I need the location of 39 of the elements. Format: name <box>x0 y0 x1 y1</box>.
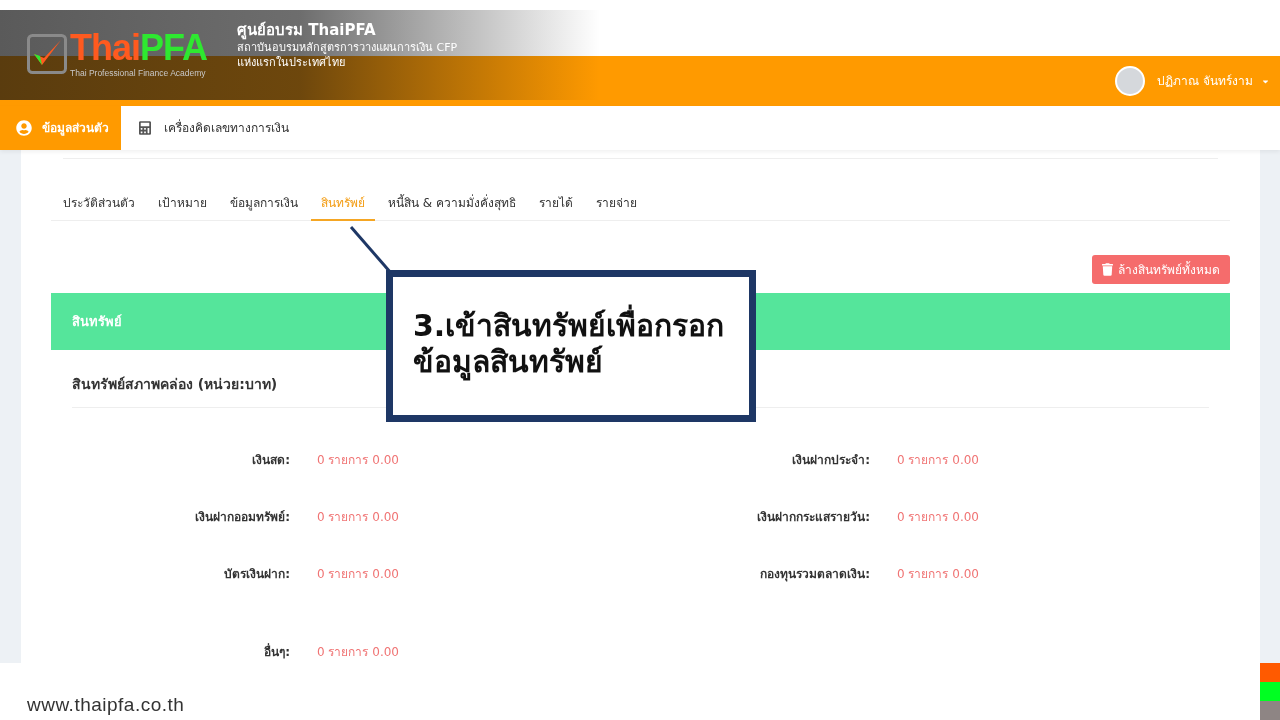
value-link[interactable]: 0 รายการ 0.00 <box>897 452 979 468</box>
corner-tile <box>1260 663 1280 682</box>
clear-assets-button[interactable]: ล้างสินทรัพย์ทั้งหมด <box>1092 255 1230 284</box>
nav-tab[interactable]: ข้อมูลส่วนตัว <box>0 106 121 150</box>
field-label: เงินฝากกระแสรายวัน: <box>757 509 870 525</box>
field-label: บัตรเงินฝาก: <box>224 566 290 582</box>
tab[interactable]: ประวัติส่วนตัว <box>53 186 145 221</box>
avatar-placeholder <box>1115 66 1146 96</box>
website-url: www.thaipfa.co.th <box>27 694 185 716</box>
user-menu-button[interactable]: ปฏิภาณ จันทร์งาม <box>1157 72 1270 90</box>
tab[interactable]: รายจ่าย <box>586 186 647 221</box>
trash-icon <box>1102 263 1113 276</box>
value-link[interactable]: 0 รายการ 0.00 <box>897 509 979 525</box>
field-label: เงินฝากประจำ: <box>792 452 870 468</box>
value-link[interactable]: 0 รายการ 0.00 <box>317 644 399 660</box>
subsection-title: สินทรัพย์สภาพคล่อง (หน่วย:บาท) <box>72 375 278 394</box>
calculator-icon <box>139 121 151 135</box>
banner-title: ศูนย์อบรม ThaiPFA <box>237 20 377 40</box>
corner-tile <box>1260 701 1280 720</box>
value-link[interactable]: 0 รายการ 0.00 <box>897 566 979 582</box>
logo-wordmark: Thai <box>70 28 140 68</box>
tab[interactable]: เป้าหมาย <box>148 186 217 221</box>
checkbox-logo-icon <box>27 34 67 74</box>
tab[interactable]: ข้อมูลการเงิน <box>220 186 308 221</box>
nav-tab[interactable]: เครื่องคิดเลขทางการเงิน <box>121 106 305 150</box>
value-link[interactable]: 0 รายการ 0.00 <box>317 452 399 468</box>
section-title: สินทรัพย์ <box>72 312 122 331</box>
field-label: เงินสด: <box>252 452 290 468</box>
corner-tile <box>1260 682 1280 701</box>
tab[interactable]: สินทรัพย์ <box>311 186 375 221</box>
field-label: เงินฝากออมทรัพย์: <box>195 509 290 525</box>
field-label: กองทุนรวมตลาดเงิน: <box>760 566 870 582</box>
tab[interactable]: รายได้ <box>529 186 583 221</box>
field-label: อื่นๆ: <box>264 644 290 660</box>
logo-tagline: Thai Professional Finance Academy <box>70 68 207 78</box>
value-link[interactable]: 0 รายการ 0.00 <box>317 509 399 525</box>
tab[interactable]: หนี้สิน & ความมั่งคั่งสุทธิ <box>378 186 526 221</box>
banner-subtitle: สถาบันอบรมหลักสูตรการวางแผนการเงิน CFP แห่งแรกในประเทศไทย <box>237 40 458 70</box>
value-link[interactable]: 0 รายการ 0.00 <box>317 566 399 582</box>
